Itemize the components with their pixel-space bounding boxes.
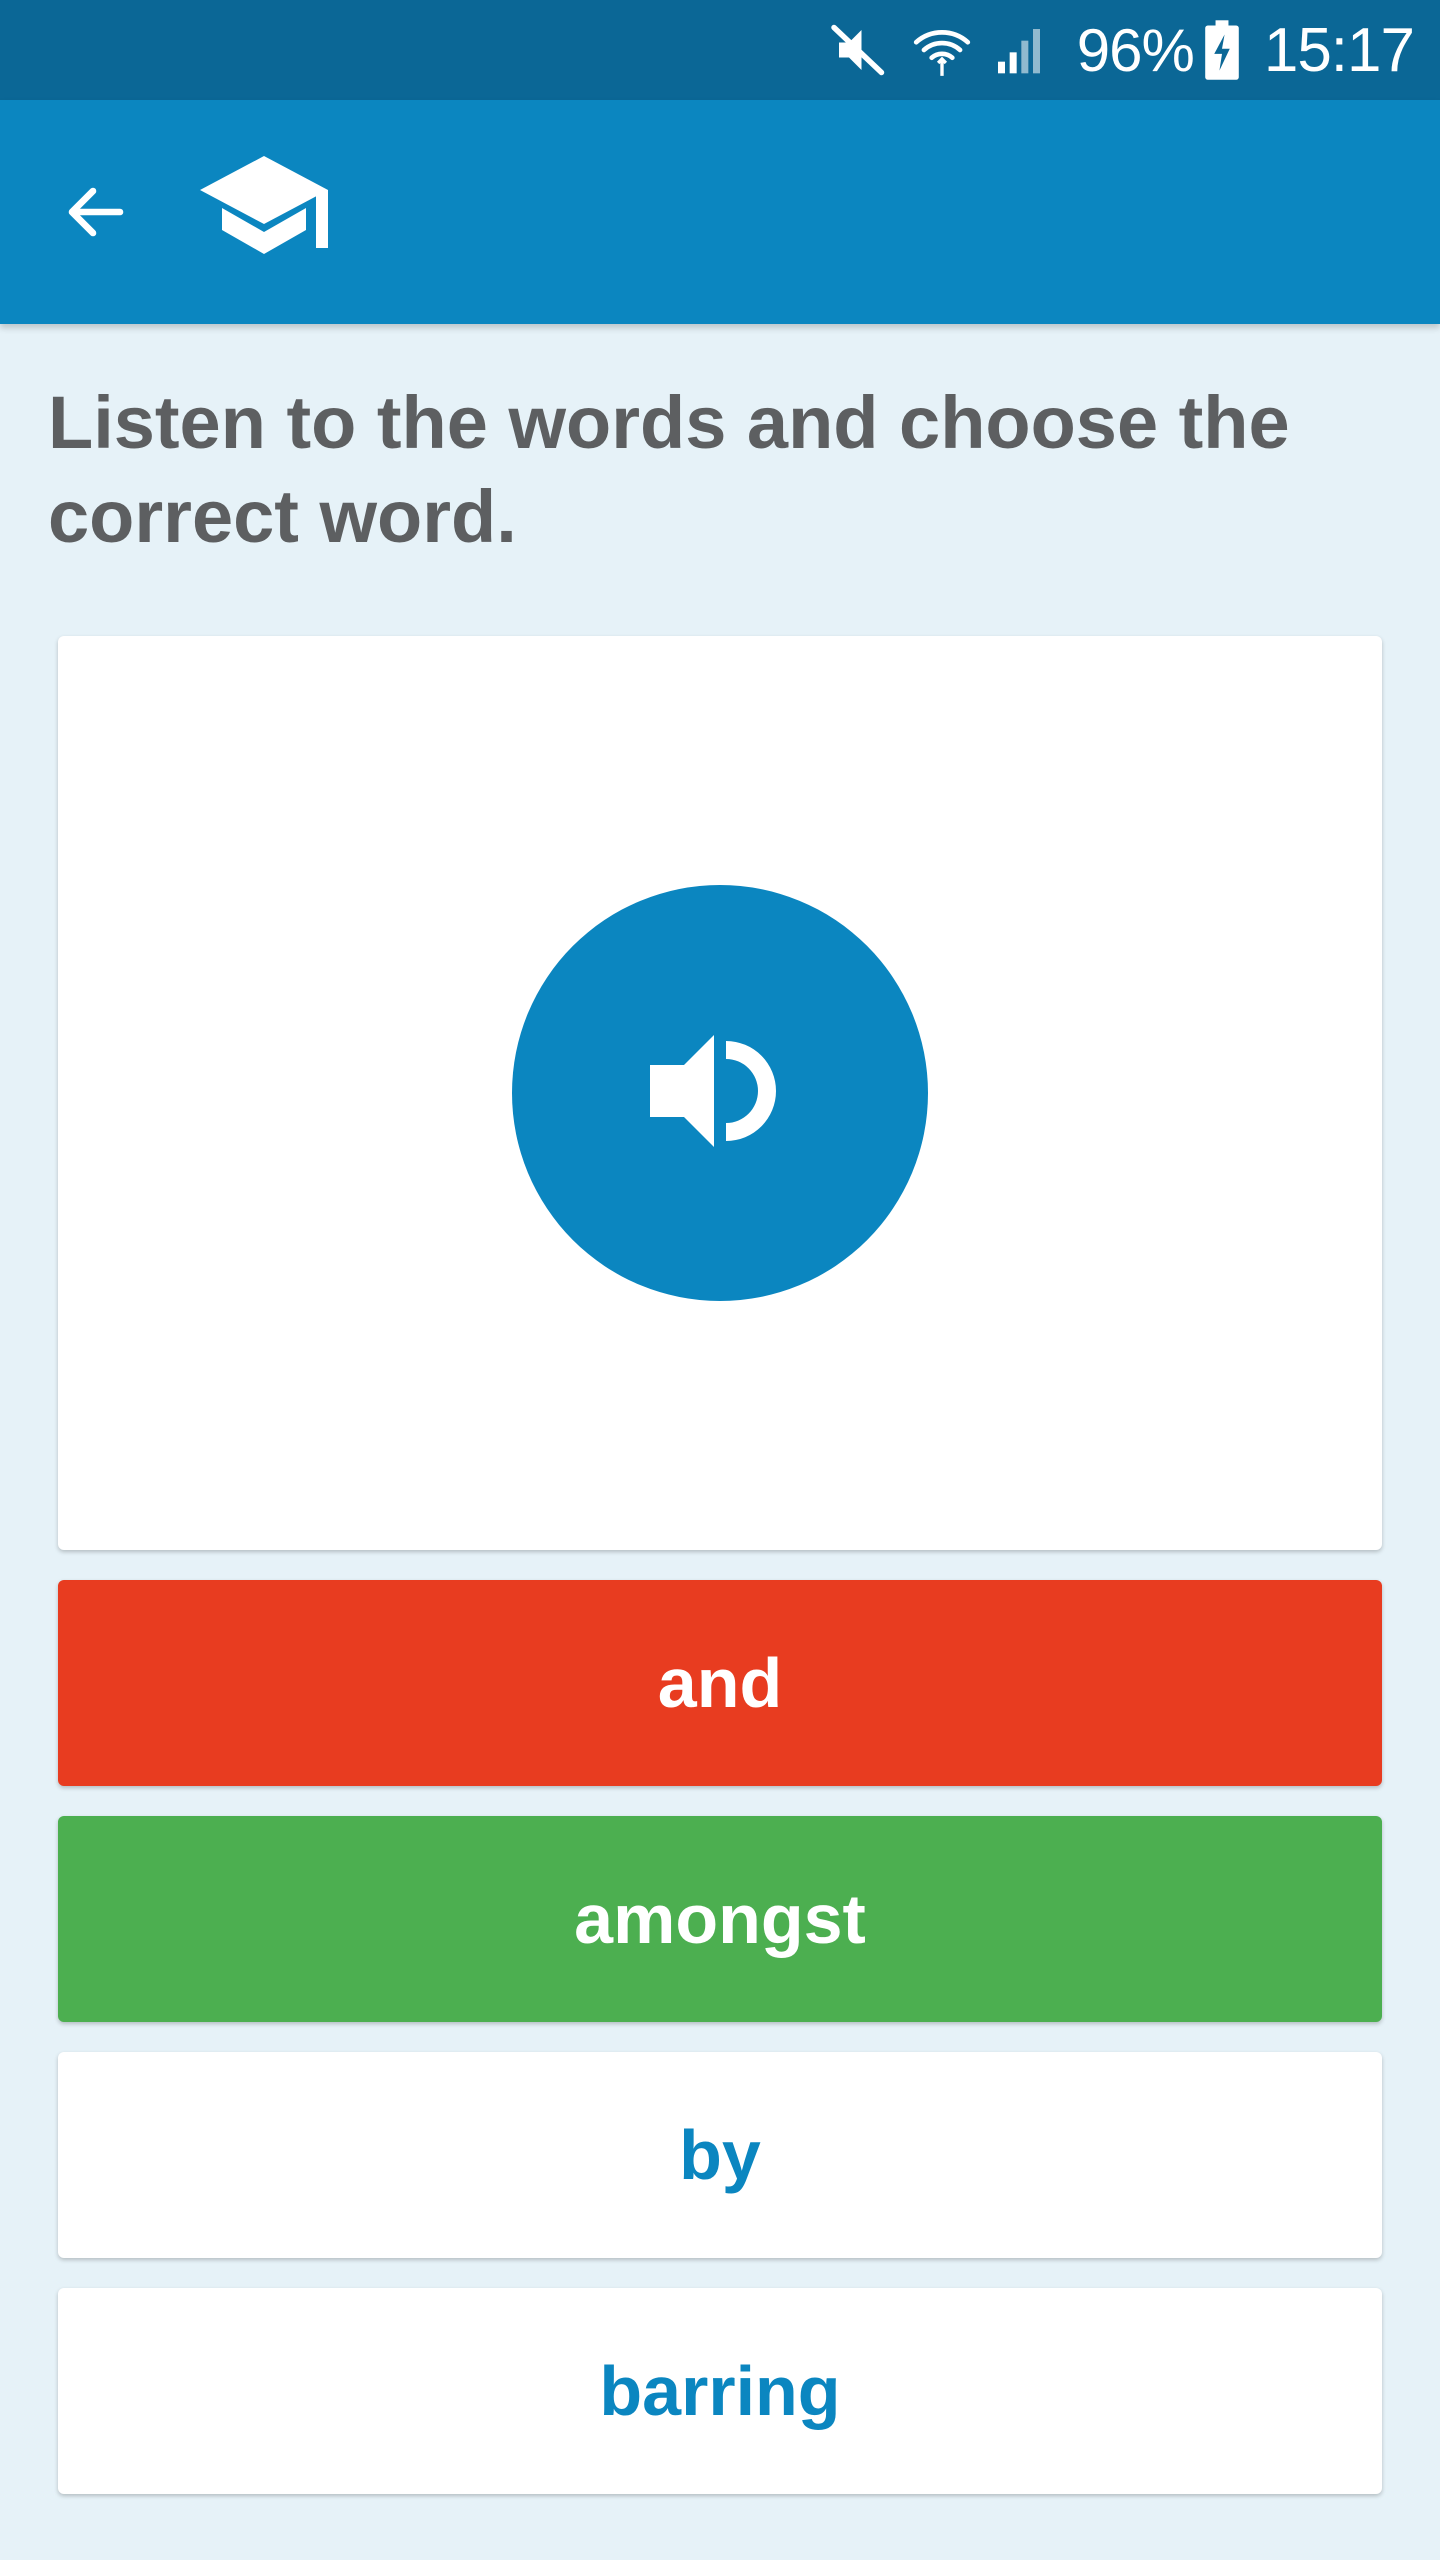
battery-percent: 96%: [1076, 16, 1195, 84]
wifi-icon: [911, 19, 973, 81]
answer-option-barring[interactable]: barring: [58, 2288, 1382, 2494]
battery-charging-icon: [1202, 19, 1242, 81]
speaker-volume-icon: [640, 1011, 800, 1176]
arrow-left-icon: [60, 176, 132, 253]
mute-icon: [829, 20, 889, 80]
back-button[interactable]: [46, 164, 146, 264]
graduation-cap-icon: [196, 152, 332, 264]
status-icons: 96% 15:17: [829, 0, 1415, 100]
app-bar: [0, 100, 1440, 324]
audio-card: [58, 636, 1382, 1550]
play-audio-button[interactable]: [512, 885, 928, 1301]
answer-label: barring: [599, 2352, 841, 2430]
instruction-text: Listen to the words and choose the corre…: [48, 381, 1290, 558]
answer-option-and[interactable]: and: [58, 1580, 1382, 1786]
status-bar: 96% 15:17: [0, 0, 1440, 100]
answer-option-amongst[interactable]: amongst: [58, 1816, 1382, 2022]
cellular-signal-icon: [991, 22, 1047, 78]
answer-option-by[interactable]: by: [58, 2052, 1382, 2258]
answer-label: and: [657, 1644, 783, 1722]
answer-label: amongst: [574, 1880, 866, 1958]
answer-label: by: [679, 2116, 761, 2194]
status-time: 15:17: [1263, 15, 1415, 85]
